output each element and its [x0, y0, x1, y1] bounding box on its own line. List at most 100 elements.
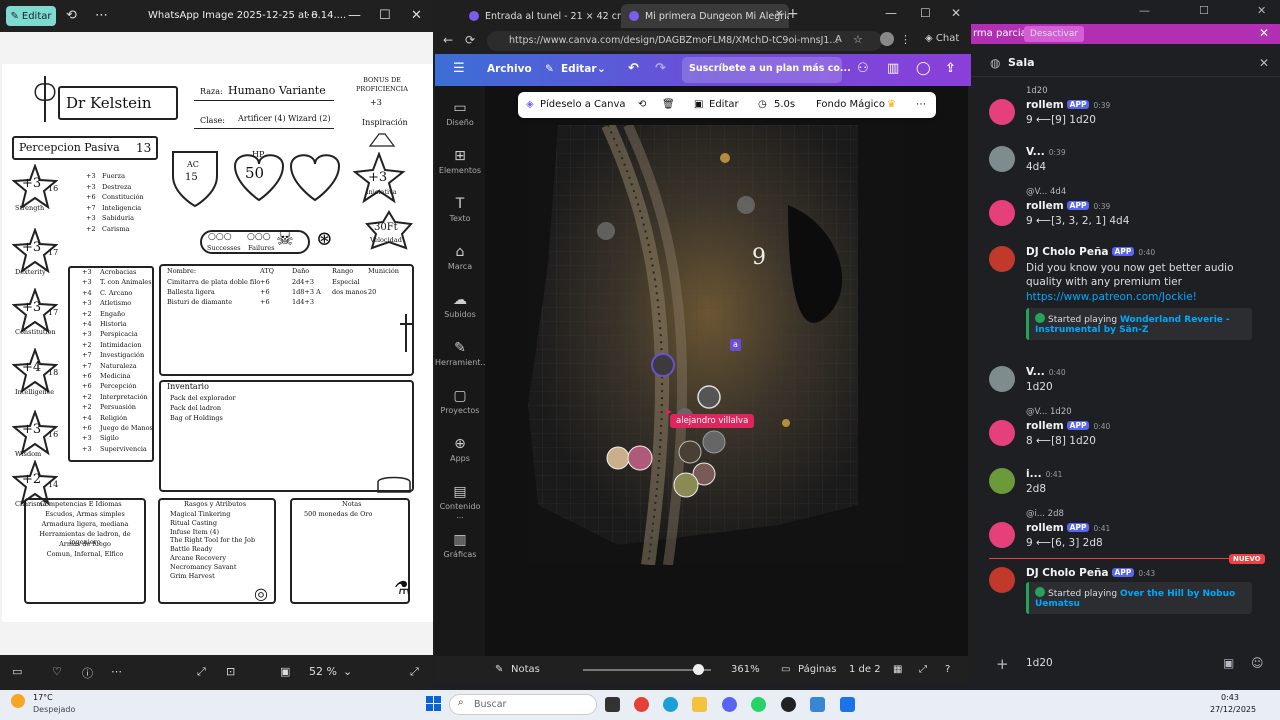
- close-icon[interactable]: ✕: [1257, 4, 1266, 17]
- maximize-icon[interactable]: ☐: [1199, 4, 1209, 17]
- message-link[interactable]: https://www.patreon.com/Jockie!: [1026, 291, 1197, 303]
- new-tab-icon[interactable]: +: [787, 6, 799, 22]
- paginas-button[interactable]: Páginas: [798, 664, 837, 675]
- clock-time[interactable]: 0:43: [1221, 693, 1239, 702]
- message-author[interactable]: V... 0:39: [1026, 146, 1066, 158]
- rail-item[interactable]: ✎ Herramient...: [435, 340, 488, 367]
- clock-date[interactable]: 27/12/2025: [1210, 705, 1256, 714]
- calculator-icon[interactable]: [840, 697, 855, 712]
- user-avatar[interactable]: [989, 246, 1015, 272]
- rotate-icon[interactable]: ⟲: [66, 8, 77, 23]
- archivo-menu[interactable]: Archivo: [487, 63, 532, 75]
- emoji-icon[interactable]: ☺: [1251, 656, 1264, 670]
- message-author[interactable]: rollem APP 0:40: [1026, 420, 1110, 432]
- favorite-icon[interactable]: ♡: [52, 665, 62, 678]
- fondo-magico-button[interactable]: Fondo Mágico: [816, 99, 885, 110]
- editar-image-button[interactable]: Editar: [709, 99, 739, 110]
- share-icon[interactable]: ⇪: [945, 61, 956, 76]
- help-icon[interactable]: ?: [945, 664, 950, 675]
- weather-text[interactable]: Despejado: [33, 705, 75, 714]
- more-icon[interactable]: ⋯: [111, 665, 122, 678]
- user-avatar[interactable]: [989, 99, 1015, 125]
- whatsapp-icon[interactable]: [751, 697, 766, 712]
- zoom-slider[interactable]: [583, 669, 711, 671]
- user-avatar[interactable]: [989, 146, 1015, 172]
- fullscreen-icon[interactable]: ⤢: [919, 664, 927, 675]
- user-avatar[interactable]: [989, 200, 1015, 226]
- tab-dungeon[interactable]: Mi primera Dungeon Mi Alegria - ...: [621, 4, 789, 28]
- duration-button[interactable]: 5.0s: [774, 99, 795, 110]
- translate-icon[interactable]: A: [835, 34, 842, 45]
- taskbar-search[interactable]: Buscar: [449, 694, 597, 715]
- rail-item[interactable]: ⊕ Apps: [435, 436, 485, 463]
- add-attachment-icon[interactable]: +: [996, 655, 1009, 673]
- tab-close-icon[interactable]: ✕: [775, 9, 783, 20]
- weather-icon[interactable]: [11, 694, 25, 708]
- address-bar[interactable]: https://www.canva.com/design/DAGBZmoFLM8…: [487, 31, 882, 51]
- tab-entrada[interactable]: Entrada al tunel - 21 × 42 cm: [461, 4, 621, 28]
- discord-icon[interactable]: [722, 697, 737, 712]
- banner-close-icon[interactable]: ✕: [1259, 26, 1269, 40]
- message-input[interactable]: 1d20: [1026, 657, 1053, 669]
- rail-item[interactable]: ⌂ Marca: [435, 244, 485, 271]
- maximize-icon[interactable]: ☐: [379, 8, 391, 23]
- message-author[interactable]: DJ Cholo Peña APP 0:43: [1026, 567, 1155, 579]
- rail-item[interactable]: ☁ Subidos: [435, 292, 485, 319]
- undo-icon[interactable]: ↶: [628, 61, 639, 76]
- redo-icon[interactable]: ↷: [655, 61, 666, 76]
- temperature[interactable]: 17°C: [33, 693, 53, 702]
- edge-icon[interactable]: [663, 697, 678, 712]
- filmstrip-icon[interactable]: ▭: [12, 665, 22, 678]
- profile-avatar[interactable]: [880, 32, 894, 46]
- people-icon[interactable]: ⚇: [857, 61, 869, 76]
- message-author[interactable]: DJ Cholo Peña APP 0:40: [1026, 246, 1155, 258]
- back-icon[interactable]: ←: [443, 33, 453, 47]
- copilot-chat-button[interactable]: ◈ Chat: [925, 33, 959, 44]
- user-avatar[interactable]: [989, 420, 1015, 446]
- pideselo-button[interactable]: Pídeselo a Canva: [540, 99, 626, 110]
- chrome-icon[interactable]: [634, 697, 649, 712]
- fullscreen-icon[interactable]: ⤢: [410, 665, 419, 679]
- close-chat-icon[interactable]: ✕: [1259, 56, 1269, 70]
- close-icon[interactable]: ✕: [411, 8, 422, 23]
- message-author[interactable]: rollem APP 0:39: [1026, 200, 1110, 212]
- message-author[interactable]: V... 0:40: [1026, 366, 1066, 378]
- rail-item[interactable]: ▤ Contenido ...: [435, 484, 485, 520]
- editar-menu[interactable]: Editar: [561, 63, 597, 75]
- maximize-icon[interactable]: ☐: [920, 6, 931, 20]
- reload-icon[interactable]: ⟳: [465, 33, 475, 47]
- info-icon[interactable]: ⓘ: [82, 665, 93, 681]
- chevron-down-icon[interactable]: ⌄: [343, 665, 352, 678]
- gif-icon[interactable]: ▣: [1223, 656, 1234, 670]
- message-author[interactable]: rollem APP 0:41: [1026, 522, 1110, 534]
- more-icon[interactable]: ⋮: [900, 33, 911, 46]
- chart-icon[interactable]: ▥: [887, 61, 899, 76]
- minimize-icon[interactable]: —: [1139, 4, 1150, 17]
- notas-button[interactable]: Notas: [511, 664, 540, 675]
- chevron-down-icon[interactable]: ⌄: [597, 63, 606, 75]
- file-explorer-icon[interactable]: [692, 697, 707, 712]
- rail-item[interactable]: ▢ Proyectos: [435, 388, 485, 415]
- fit-icon[interactable]: ⤢: [197, 665, 206, 679]
- promo-text[interactable]: Suscríbete a un plan más co...: [689, 63, 851, 74]
- user-avatar[interactable]: [989, 567, 1015, 593]
- minimize-icon[interactable]: —: [348, 8, 361, 23]
- user-avatar[interactable]: [989, 468, 1015, 494]
- minimize-icon[interactable]: —: [885, 6, 897, 20]
- menu-icon[interactable]: ☰: [453, 61, 465, 76]
- zoom-slider-thumb[interactable]: [693, 664, 704, 675]
- rail-item[interactable]: ⊞ Elementos: [435, 148, 485, 175]
- bookmark-star-icon[interactable]: ☆: [853, 33, 863, 46]
- photos-icon[interactable]: [810, 697, 825, 712]
- edit-button[interactable]: ✎ Editar: [6, 6, 56, 26]
- message-author[interactable]: rollem APP 0:39: [1026, 99, 1110, 111]
- zoom-percent[interactable]: 361%: [731, 664, 760, 675]
- more-icon[interactable]: ⋯: [916, 99, 926, 110]
- zoom-fit-icon[interactable]: ▣: [280, 665, 290, 678]
- grid-view-icon[interactable]: ▦: [893, 664, 902, 675]
- user-avatar[interactable]: [989, 366, 1015, 392]
- actual-size-icon[interactable]: ⊡: [226, 665, 235, 678]
- task-view-icon[interactable]: [605, 697, 620, 712]
- comment-icon[interactable]: ◯: [916, 61, 931, 76]
- replace-icon[interactable]: ⟲: [638, 99, 646, 110]
